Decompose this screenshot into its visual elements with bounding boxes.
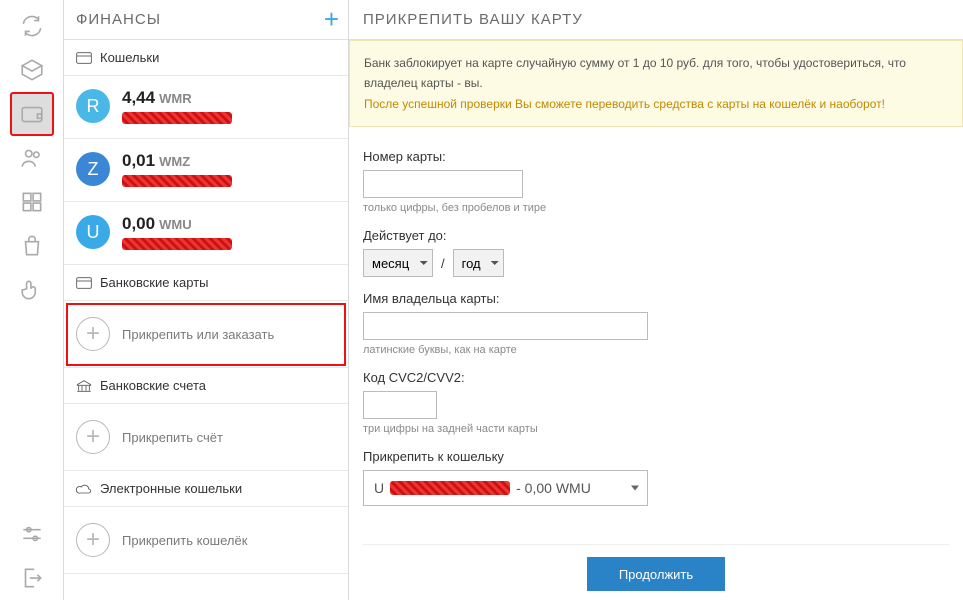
wallet-wmu[interactable]: U 0,00 WMU — [64, 202, 348, 265]
attach-prefix: U — [374, 480, 384, 496]
plus-icon: + — [76, 317, 110, 351]
main-panel: ПРИКРЕПИТЬ ВАШУ КАРТУ Банк заблокирует н… — [349, 0, 963, 600]
purse-badge-r: R — [76, 89, 110, 123]
attach-wallet-redacted — [390, 481, 510, 495]
wallet-wmr[interactable]: R 4,44 WMR — [64, 76, 348, 139]
nav-settings[interactable] — [10, 512, 54, 556]
wallet-currency: WMZ — [159, 154, 190, 169]
info-notice: Банк заблокирует на карте случайную сумм… — [349, 40, 963, 127]
box-icon — [19, 57, 45, 83]
cvc-label: Код CVC2/CVV2: — [363, 370, 949, 385]
section-wallets-label: Кошельки — [100, 50, 159, 65]
section-cards-label: Банковские карты — [100, 275, 209, 290]
attach-or-order-label: Прикрепить или заказать — [122, 327, 274, 342]
wallet-wmz[interactable]: Z 0,01 WMZ — [64, 139, 348, 202]
logout-icon — [19, 565, 45, 591]
continue-button[interactable]: Продолжить — [587, 557, 725, 591]
cvc-input[interactable] — [363, 391, 437, 419]
card-number-input[interactable] — [363, 170, 523, 198]
finance-sidebar: ФИНАНСЫ + Кошельки R 4,44 WMR Z 0,01 WMZ U… — [64, 0, 349, 600]
wallet-number-redacted — [122, 175, 232, 187]
sidebar-title: ФИНАНСЫ — [76, 11, 161, 28]
card-number-label: Номер карты: — [363, 149, 949, 164]
nav-contacts[interactable] — [10, 136, 54, 180]
plus-icon: + — [76, 420, 110, 454]
attach-suffix: - 0,00 WMU — [516, 480, 591, 496]
expiry-month-select[interactable]: месяц — [363, 249, 433, 277]
expiry-year-select[interactable]: год — [453, 249, 504, 277]
section-ewallets[interactable]: Электронные кошельки — [64, 471, 348, 507]
refresh-icon — [19, 13, 45, 39]
nav-logout[interactable] — [10, 556, 54, 600]
expiry-separator: / — [441, 256, 445, 271]
attach-account[interactable]: + Прикрепить счёт — [64, 404, 348, 471]
sliders-icon — [19, 521, 45, 547]
wallet-number-redacted — [122, 112, 232, 124]
attach-ewallet-label: Прикрепить кошелёк — [122, 533, 247, 548]
section-accounts[interactable]: Банковские счета — [64, 368, 348, 404]
card-number-hint: только цифры, без пробелов и тире — [363, 202, 949, 214]
hand-icon — [19, 277, 45, 303]
nav-shop[interactable] — [10, 224, 54, 268]
notice-line-2: После успешной проверки Вы сможете перев… — [364, 94, 948, 114]
expires-label: Действует до: — [363, 228, 949, 243]
wallet-currency: WMU — [159, 217, 192, 232]
grid-icon — [19, 189, 45, 215]
plus-icon: + — [76, 523, 110, 557]
attach-wallet-label: Прикрепить к кошельку — [363, 449, 949, 464]
section-cards[interactable]: Банковские карты — [64, 265, 348, 301]
cvc-hint: три цифры на задней части карты — [363, 423, 949, 435]
section-ewallets-label: Электронные кошельки — [100, 481, 242, 496]
nav-apps[interactable] — [10, 180, 54, 224]
attach-ewallet[interactable]: + Прикрепить кошелёк — [64, 507, 348, 574]
wallet-amount: 0,01 — [122, 151, 155, 170]
nav-wallet[interactable] — [10, 92, 54, 136]
wallet-amount: 0,00 — [122, 214, 155, 233]
people-icon — [19, 145, 45, 171]
wallet-currency: WMR — [159, 91, 192, 106]
nav-hand[interactable] — [10, 268, 54, 312]
attach-account-label: Прикрепить счёт — [122, 430, 223, 445]
card-icon — [76, 276, 92, 290]
cardholder-name-input[interactable] — [363, 312, 648, 340]
nav-box[interactable] — [10, 48, 54, 92]
purse-badge-u: U — [76, 215, 110, 249]
add-header-button[interactable]: + — [324, 4, 340, 35]
holder-hint: латинские буквы, как на карте — [363, 344, 949, 356]
nav-refresh[interactable] — [10, 4, 54, 48]
bank-icon — [76, 379, 92, 393]
wallet-number-redacted — [122, 238, 232, 250]
card-icon — [76, 51, 92, 65]
attach-or-order-card[interactable]: + Прикрепить или заказать — [64, 301, 348, 368]
section-accounts-label: Банковские счета — [100, 378, 206, 393]
section-wallets[interactable]: Кошельки — [64, 40, 348, 76]
purse-badge-z: Z — [76, 152, 110, 186]
holder-label: Имя владельца карты: — [363, 291, 949, 306]
nav-rail — [0, 0, 64, 600]
wallet-amount: 4,44 — [122, 88, 155, 107]
cloud-icon — [76, 482, 92, 496]
sidebar-header: ФИНАНСЫ + — [64, 0, 348, 40]
page-title: ПРИКРЕПИТЬ ВАШУ КАРТУ — [349, 0, 963, 40]
wallet-icon — [19, 101, 45, 127]
bag-icon — [19, 233, 45, 259]
attach-wallet-select[interactable]: U - 0,00 WMU — [363, 470, 648, 506]
notice-line-1: Банк заблокирует на карте случайную сумм… — [364, 53, 948, 94]
